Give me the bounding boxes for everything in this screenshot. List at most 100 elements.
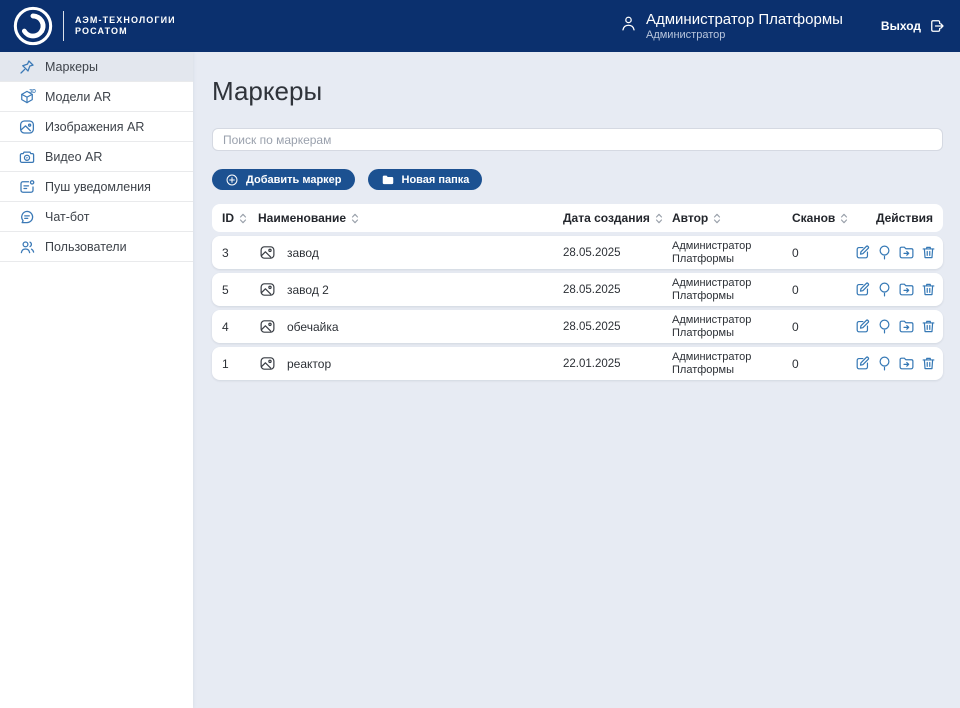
folder-move-icon bbox=[898, 244, 915, 261]
push-notification-icon bbox=[18, 178, 36, 196]
location-pin-icon bbox=[876, 355, 893, 372]
plus-circle-icon bbox=[225, 173, 239, 187]
trash-icon bbox=[920, 244, 937, 261]
trash-icon bbox=[920, 281, 937, 298]
delete-button[interactable] bbox=[920, 244, 937, 261]
delete-button[interactable] bbox=[920, 281, 937, 298]
pin-icon bbox=[18, 58, 36, 76]
sidebar-item-label: Видео AR bbox=[45, 150, 102, 164]
delete-button[interactable] bbox=[920, 355, 937, 372]
edit-button[interactable] bbox=[854, 244, 871, 261]
user-role: Администратор bbox=[646, 29, 843, 41]
column-header-created[interactable]: Дата создания bbox=[563, 211, 672, 225]
image-icon bbox=[18, 118, 36, 136]
edit-icon bbox=[854, 355, 871, 372]
sidebar-item-chat-bot[interactable]: Чат-бот bbox=[0, 202, 193, 232]
pin-button[interactable] bbox=[876, 281, 893, 298]
folder-move-icon bbox=[898, 318, 915, 335]
user-icon bbox=[619, 14, 638, 33]
delete-button[interactable] bbox=[920, 318, 937, 335]
sidebar-item-ar-images[interactable]: Изображения AR bbox=[0, 112, 193, 142]
location-pin-icon bbox=[876, 244, 893, 261]
sort-icon[interactable] bbox=[839, 212, 849, 225]
trash-icon bbox=[920, 318, 937, 335]
cell-name-text: завод bbox=[287, 246, 319, 260]
add-marker-button[interactable]: Добавить маркер bbox=[212, 169, 355, 190]
table-row: 1 реактор 22.01.2025 Администратор Платф… bbox=[212, 347, 943, 380]
folder-icon bbox=[381, 173, 395, 187]
column-header-id[interactable]: ID bbox=[222, 211, 258, 225]
edit-button[interactable] bbox=[854, 355, 871, 372]
cell-scans: 0 bbox=[792, 246, 854, 260]
markers-table: ID Наименование Дата создания Автор Скан… bbox=[212, 204, 943, 380]
logout-icon bbox=[928, 17, 946, 35]
column-header-scans[interactable]: Сканов bbox=[792, 211, 854, 225]
video-icon bbox=[18, 148, 36, 166]
chat-bot-icon bbox=[18, 208, 36, 226]
add-marker-label: Добавить маркер bbox=[246, 174, 342, 186]
new-folder-label: Новая папка bbox=[402, 174, 470, 186]
cell-scans: 0 bbox=[792, 283, 854, 297]
move-to-folder-button[interactable] bbox=[898, 281, 915, 298]
brand-text: АЭМ-ТЕХНОЛОГИИ РОСАТОМ bbox=[75, 15, 176, 37]
sort-icon[interactable] bbox=[654, 212, 664, 225]
pin-button[interactable] bbox=[876, 318, 893, 335]
location-pin-icon bbox=[876, 281, 893, 298]
sidebar-item-users[interactable]: Пользователи bbox=[0, 232, 193, 262]
picture-icon bbox=[258, 355, 277, 372]
edit-icon bbox=[854, 318, 871, 335]
sidebar-item-push-notifications[interactable]: Пуш уведомления bbox=[0, 172, 193, 202]
sidebar: Маркеры Модели AR Изображения AR Видео A… bbox=[0, 52, 193, 708]
user-block: Администратор Платформы Администратор bbox=[619, 11, 843, 41]
move-to-folder-button[interactable] bbox=[898, 318, 915, 335]
cell-author: Администратор Платформы bbox=[672, 314, 792, 339]
sidebar-item-label: Пользователи bbox=[45, 240, 127, 254]
sidebar-item-label: Изображения AR bbox=[45, 120, 144, 134]
pin-button[interactable] bbox=[876, 355, 893, 372]
cell-author: Администратор Платформы bbox=[672, 240, 792, 265]
move-to-folder-button[interactable] bbox=[898, 355, 915, 372]
edit-button[interactable] bbox=[854, 281, 871, 298]
picture-icon bbox=[258, 244, 277, 261]
pin-button[interactable] bbox=[876, 244, 893, 261]
edit-icon bbox=[854, 244, 871, 261]
cell-name-text: реактор bbox=[287, 357, 331, 371]
table-row: 5 завод 2 28.05.2025 Администратор Платф… bbox=[212, 273, 943, 306]
edit-button[interactable] bbox=[854, 318, 871, 335]
move-to-folder-button[interactable] bbox=[898, 244, 915, 261]
picture-icon bbox=[258, 281, 277, 298]
cell-name-text: обечайка bbox=[287, 320, 339, 334]
rosatom-logo-icon bbox=[12, 5, 54, 47]
top-bar: АЭМ-ТЕХНОЛОГИИ РОСАТОМ Администратор Пла… bbox=[0, 0, 960, 52]
logout-button[interactable]: Выход bbox=[881, 17, 946, 35]
logout-label: Выход bbox=[881, 19, 921, 33]
column-header-name[interactable]: Наименование bbox=[258, 211, 563, 225]
user-name: Администратор Платформы bbox=[646, 11, 843, 28]
sidebar-item-label: Маркеры bbox=[45, 60, 98, 74]
users-icon bbox=[18, 238, 36, 256]
edit-icon bbox=[854, 281, 871, 298]
brand-line2: РОСАТОМ bbox=[75, 26, 176, 37]
sort-icon[interactable] bbox=[238, 212, 248, 225]
brand-divider bbox=[63, 11, 64, 41]
cell-scans: 0 bbox=[792, 357, 854, 371]
cell-scans: 0 bbox=[792, 320, 854, 334]
cell-created: 28.05.2025 bbox=[563, 284, 672, 296]
search-input[interactable] bbox=[212, 128, 943, 151]
sort-icon[interactable] bbox=[712, 212, 722, 225]
cell-created: 28.05.2025 bbox=[563, 247, 672, 259]
sidebar-item-ar-models[interactable]: Модели AR bbox=[0, 82, 193, 112]
folder-move-icon bbox=[898, 355, 915, 372]
cell-id: 4 bbox=[222, 320, 258, 334]
sidebar-item-label: Пуш уведомления bbox=[45, 180, 151, 194]
cell-author: Администратор Платформы bbox=[672, 277, 792, 302]
column-header-author[interactable]: Автор bbox=[672, 211, 792, 225]
new-folder-button[interactable]: Новая папка bbox=[368, 169, 483, 190]
cell-id: 3 bbox=[222, 246, 258, 260]
sort-icon[interactable] bbox=[350, 212, 360, 225]
sidebar-item-ar-video[interactable]: Видео AR bbox=[0, 142, 193, 172]
cell-created: 22.01.2025 bbox=[563, 358, 672, 370]
cell-name-text: завод 2 bbox=[287, 283, 329, 297]
table-row: 3 завод 28.05.2025 Администратор Платфор… bbox=[212, 236, 943, 269]
sidebar-item-markers[interactable]: Маркеры bbox=[0, 52, 193, 82]
